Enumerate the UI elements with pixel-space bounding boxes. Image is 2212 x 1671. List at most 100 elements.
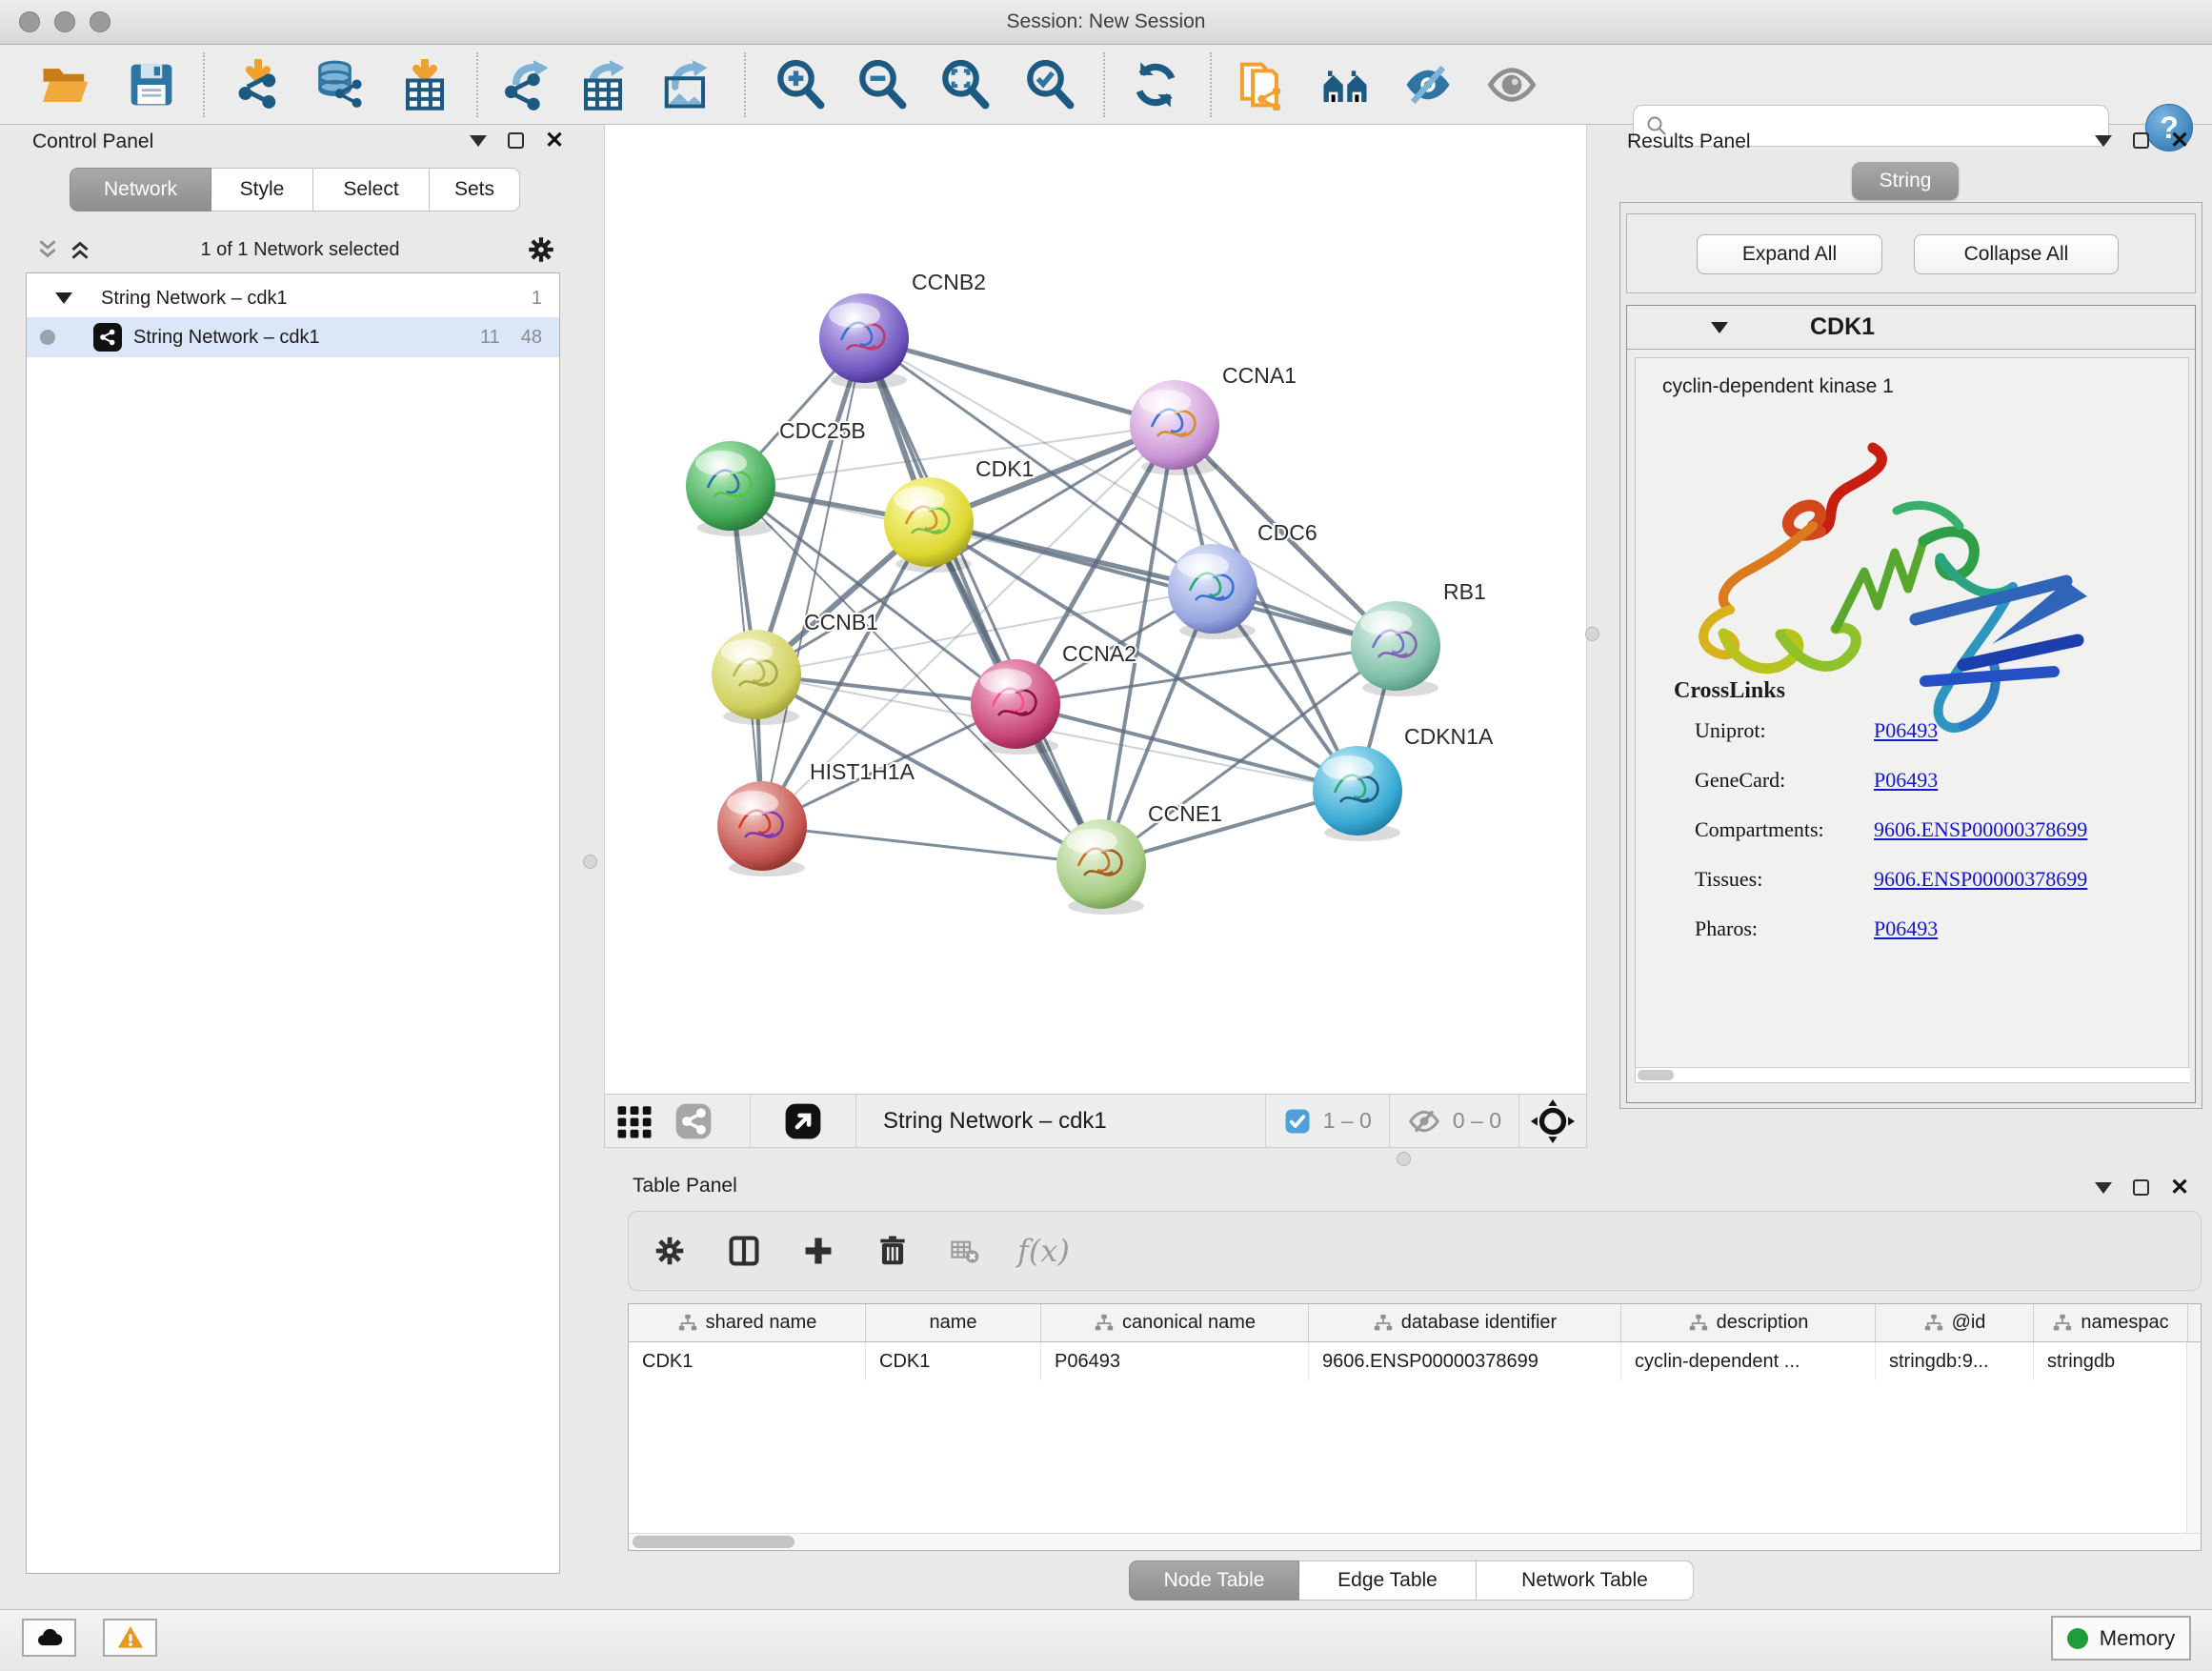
table-panel-float-icon[interactable] (2133, 1179, 2149, 1196)
table-vscrollbar[interactable] (2186, 1342, 2201, 1535)
network-canvas[interactable]: CCNB2CCNA1CDC25BCDK1CDC6RB1CCNB1CCNA2CDK… (604, 125, 1587, 1094)
export-table-icon (577, 59, 629, 111)
crosslink-link[interactable]: P06493 (1874, 916, 1938, 941)
network-graph[interactable]: CCNB2CCNA1CDC25BCDK1CDC6RB1CCNB1CCNA2CDK… (605, 125, 1588, 1094)
results-panel-close-icon[interactable]: ✕ (2170, 132, 2189, 149)
results-hscrollbar[interactable] (1636, 1067, 2190, 1082)
tab-network-table[interactable]: Network Table (1477, 1560, 1694, 1601)
add-column-icon[interactable] (800, 1233, 836, 1269)
cloud-button[interactable] (22, 1619, 76, 1657)
column-header-name[interactable]: name (866, 1304, 1041, 1341)
tab-node-table[interactable]: Node Table (1129, 1560, 1299, 1601)
table-panel-close-icon[interactable]: ✕ (2170, 1179, 2189, 1196)
warning-button[interactable] (103, 1619, 157, 1657)
tab-string[interactable]: String (1852, 162, 1959, 200)
collection-expand-icon[interactable] (55, 292, 72, 304)
column-header-namespac[interactable]: namespac (2034, 1304, 2188, 1341)
cell[interactable]: 9606.ENSP00000378699 (1309, 1342, 1621, 1380)
zoom-in-icon (774, 59, 826, 111)
tab-sets[interactable]: Sets (430, 168, 520, 211)
network-row-selected[interactable]: String Network – cdk1 11 48 (27, 317, 559, 357)
cell[interactable]: cyclin-dependent ... (1621, 1342, 1876, 1380)
bottom-splitter-grip[interactable] (1397, 1152, 1411, 1166)
network-collection-row[interactable]: String Network – cdk1 1 (27, 279, 559, 317)
selected-nodes-indicator[interactable]: 1 – 0 (1266, 1107, 1389, 1136)
hidden-nodes-indicator[interactable]: 0 – 0 (1390, 1104, 1518, 1138)
table-panel-collapse-icon[interactable] (2095, 1182, 2112, 1194)
hscrollbar-thumb[interactable] (633, 1536, 794, 1548)
delete-column-trash-icon[interactable] (875, 1233, 911, 1269)
show-columns-icon[interactable] (726, 1233, 762, 1269)
crosslink-link[interactable]: 9606.ENSP00000378699 (1874, 817, 2087, 842)
expand-all-button[interactable]: Expand All (1697, 234, 1882, 274)
crosslink-link[interactable]: 9606.ENSP00000378699 (1874, 867, 2087, 892)
network-node-cdc25b[interactable] (686, 441, 775, 536)
right-splitter-grip[interactable] (1585, 627, 1599, 641)
first-neighbors-button[interactable] (1316, 55, 1375, 114)
detach-view-button[interactable] (751, 1101, 855, 1141)
save-session-button[interactable] (122, 55, 181, 114)
grid-view-button[interactable] (605, 1101, 664, 1141)
export-network-button[interactable] (497, 55, 556, 114)
crosslink-link[interactable]: P06493 (1874, 768, 1938, 793)
show-all-button[interactable] (1482, 55, 1541, 114)
cell[interactable]: stringdb (2034, 1342, 2188, 1380)
column-header-shared-name[interactable]: shared name (629, 1304, 866, 1341)
export-table-button[interactable] (573, 55, 633, 114)
zoom-selected-button[interactable] (1020, 55, 1079, 114)
table-row[interactable]: CDK1CDK1P064939606.ENSP00000378699cyclin… (629, 1342, 2201, 1380)
zoom-in-button[interactable] (771, 55, 830, 114)
column-header-database-identifier[interactable]: database identifier (1309, 1304, 1621, 1341)
network-node-ccnb1[interactable] (712, 630, 801, 725)
zoom-out-button[interactable] (853, 55, 912, 114)
node-label-ccnb2: CCNB2 (912, 270, 986, 294)
crosslinks-title: CrossLinks (1674, 678, 1785, 704)
cell[interactable]: CDK1 (629, 1342, 866, 1380)
table-hscrollbar[interactable] (629, 1533, 2201, 1550)
network-node-ccna1[interactable] (1130, 380, 1219, 475)
clone-network-button[interactable] (1231, 55, 1290, 114)
cell[interactable]: CDK1 (866, 1342, 1041, 1380)
import-table-button[interactable] (395, 55, 454, 114)
control-panel-collapse-icon[interactable] (470, 135, 487, 147)
cell[interactable]: stringdb:9... (1876, 1342, 2034, 1380)
cell[interactable]: P06493 (1041, 1342, 1309, 1380)
results-panel-collapse-icon[interactable] (2095, 135, 2112, 147)
protein-collapse-icon[interactable] (1711, 322, 1728, 333)
table-settings-gear-icon[interactable] (652, 1233, 688, 1269)
birds-eye-view-button[interactable] (664, 1101, 723, 1141)
control-panel-close-icon[interactable]: ✕ (545, 132, 564, 149)
protein-section-header[interactable]: CDK1 (1627, 306, 2195, 350)
control-panel-float-icon[interactable] (508, 132, 524, 149)
network-node-cdc6[interactable] (1168, 544, 1257, 639)
network-options-gear-icon[interactable] (525, 233, 557, 266)
refresh-view-button[interactable] (1126, 55, 1185, 114)
network-node-cdk1[interactable] (884, 477, 974, 573)
function-builder-icon[interactable]: f(x) (1017, 1233, 1070, 1269)
results-panel-float-icon[interactable] (2133, 132, 2149, 149)
network-node-ccne1[interactable] (1056, 819, 1146, 915)
tab-style[interactable]: Style (211, 168, 313, 211)
import-network-button[interactable] (229, 55, 288, 114)
collapse-all-button[interactable]: Collapse All (1914, 234, 2119, 274)
column-header-canonical-name[interactable]: canonical name (1041, 1304, 1309, 1341)
export-image-button[interactable] (656, 55, 715, 114)
network-node-rb1[interactable] (1351, 601, 1440, 696)
tab-select[interactable]: Select (313, 168, 430, 211)
open-session-button[interactable] (35, 55, 94, 114)
network-node-ccna2[interactable] (971, 659, 1060, 755)
crosslink-link[interactable]: P06493 (1874, 718, 1938, 743)
network-node-cdkn1a[interactable] (1313, 746, 1402, 841)
tab-network[interactable]: Network (70, 168, 211, 211)
import-database-button[interactable] (310, 55, 369, 114)
network-node-hist1h1a[interactable] (717, 781, 807, 876)
memory-button[interactable]: Memory (2051, 1616, 2191, 1661)
fit-selected-button[interactable] (1519, 1099, 1586, 1143)
zoom-fit-button[interactable] (935, 55, 995, 114)
delete-table-icon[interactable] (949, 1236, 979, 1266)
left-splitter-grip[interactable] (583, 855, 597, 869)
column-header--id[interactable]: @id (1876, 1304, 2034, 1341)
hide-selected-button[interactable] (1398, 55, 1458, 114)
column-header-description[interactable]: description (1621, 1304, 1876, 1341)
tab-edge-table[interactable]: Edge Table (1299, 1560, 1477, 1601)
